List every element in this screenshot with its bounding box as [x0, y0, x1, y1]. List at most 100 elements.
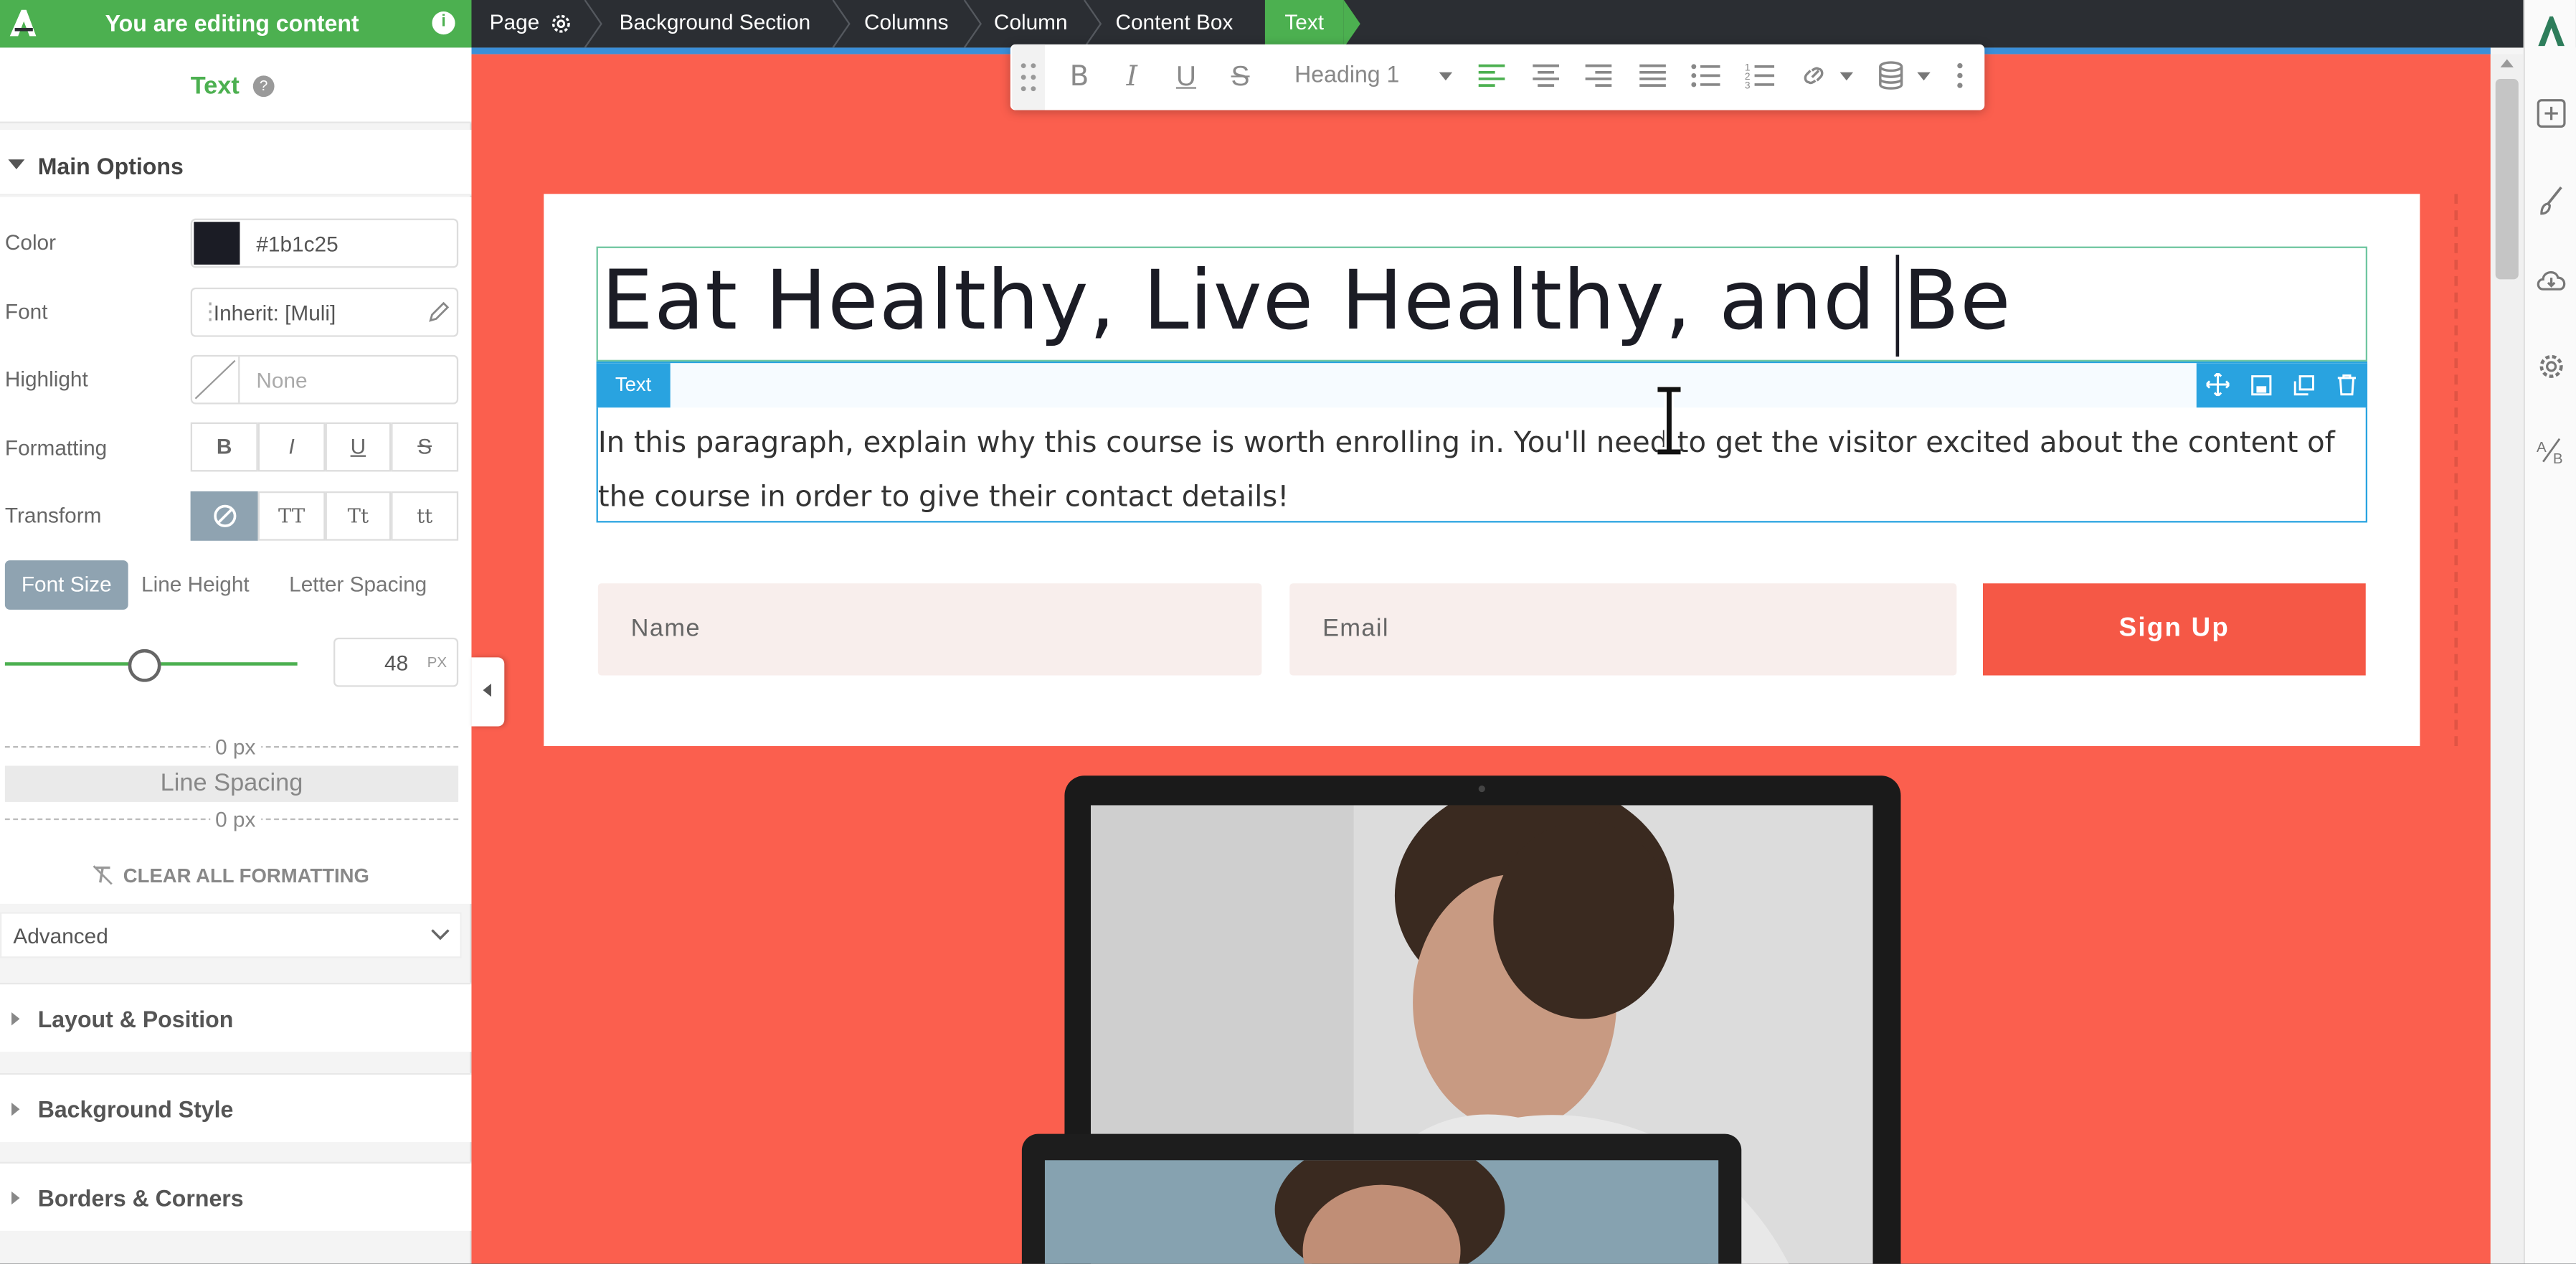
color-label: Color	[4, 230, 57, 255]
canvas-scrollbar-thumb[interactable]	[2495, 78, 2519, 280]
move-icon[interactable]	[2206, 373, 2230, 397]
breadcrumb-separator-icon	[584, 0, 602, 48]
pencil-icon[interactable]	[427, 301, 450, 324]
color-field[interactable]: #1b1c25	[190, 218, 459, 268]
trash-icon[interactable]	[2336, 373, 2358, 396]
underline-icon[interactable]: U	[1170, 56, 1203, 99]
strikethrough-icon[interactable]: S	[1224, 56, 1257, 99]
breadcrumb-text[interactable]: Text	[1264, 0, 1344, 48]
chevron-down-icon[interactable]	[1917, 72, 1931, 81]
bold-icon[interactable]: B	[1063, 56, 1096, 99]
chevron-right-icon	[11, 1012, 20, 1026]
font-field[interactable]: ⋮ Inherit: [Muli]	[190, 287, 459, 337]
page-settings-icon[interactable]	[549, 11, 573, 36]
highlight-label: Highlight	[4, 366, 88, 392]
element-type-tag[interactable]: Text	[596, 363, 671, 408]
block-style-select[interactable]: Heading 1	[1294, 61, 1399, 88]
align-center-icon[interactable]	[1531, 62, 1561, 89]
breadcrumb-active-arrow-icon	[1343, 0, 1360, 48]
svg-text:3: 3	[1745, 80, 1751, 90]
borders-corners-label: Borders & Corners	[37, 1184, 244, 1212]
strikethrough-toggle[interactable]: S	[391, 422, 459, 472]
spacing-top-value[interactable]: 0 px	[210, 734, 261, 760]
clear-format-icon[interactable]	[90, 863, 115, 887]
no-color-swatch-icon[interactable]	[192, 357, 240, 403]
collapse-panel-button[interactable]	[471, 657, 505, 727]
highlight-field[interactable]: None	[190, 354, 459, 405]
email-input[interactable]: Email	[1289, 583, 1957, 676]
duplicate-icon[interactable]	[2293, 374, 2315, 396]
breadcrumb-column[interactable]: Column	[977, 0, 1068, 47]
font-label: Font	[4, 298, 48, 324]
brand-logo-icon	[2538, 16, 2565, 47]
chevron-down-icon	[431, 929, 450, 940]
color-value[interactable]: #1b1c25	[256, 232, 338, 256]
chevron-right-icon	[11, 1191, 20, 1205]
color-swatch[interactable]	[194, 222, 240, 265]
drag-handle-icon	[1021, 63, 1036, 92]
chevron-down-icon	[8, 159, 25, 169]
chevron-down-icon[interactable]	[1439, 72, 1453, 81]
hero-heading[interactable]: Eat Healthy, Live Healthy, and Be	[601, 253, 2011, 349]
database-icon[interactable]	[1877, 61, 1904, 90]
italic-toggle[interactable]: I	[257, 422, 326, 472]
advanced-dropdown[interactable]: Advanced	[0, 912, 462, 958]
font-size-input[interactable]: 48 PX	[333, 637, 459, 687]
cloud-download-icon[interactable]	[2533, 266, 2569, 296]
help-icon[interactable]: ?	[252, 75, 275, 98]
font-size-slider-handle[interactable]	[128, 648, 161, 682]
clear-all-formatting-button[interactable]: CLEAR ALL FORMATTING	[123, 864, 369, 887]
panel-title: Text	[190, 72, 240, 100]
tab-font-size[interactable]: Font Size	[4, 560, 128, 610]
font-size-slider-fill	[4, 662, 146, 666]
app-logo-icon	[9, 9, 37, 37]
intro-paragraph[interactable]: In this paragraph, explain why this cour…	[598, 418, 2356, 526]
underline-toggle[interactable]: U	[325, 422, 392, 472]
breadcrumb-columns[interactable]: Columns	[848, 0, 949, 47]
bold-toggle[interactable]: B	[190, 422, 258, 472]
save-icon[interactable]	[2250, 374, 2272, 396]
align-right-icon[interactable]	[1583, 62, 1613, 89]
column-boundary	[2454, 194, 2458, 747]
breadcrumb-content-box[interactable]: Content Box	[1099, 0, 1233, 47]
line-spacing-label: Line Spacing	[4, 765, 459, 802]
toolbar-drag-handle[interactable]	[1012, 44, 1045, 110]
italic-icon[interactable]: I	[1117, 56, 1147, 99]
camera-dot	[1478, 786, 1485, 793]
element-label-bar	[596, 363, 2368, 408]
uppercase-toggle[interactable]: TT	[257, 491, 326, 541]
font-value[interactable]: Inherit: [Muli]	[214, 301, 336, 325]
justify-icon[interactable]	[1638, 62, 1667, 89]
align-left-icon[interactable]	[1477, 62, 1506, 89]
layout-position-label: Layout & Position	[37, 1005, 234, 1032]
woman-portrait-image	[1044, 1160, 1719, 1264]
bullet-list-icon[interactable]	[1690, 62, 1722, 89]
numbered-list-icon[interactable]: 123	[1745, 61, 1776, 90]
more-options-icon[interactable]	[1948, 61, 1971, 90]
sign-up-button[interactable]: Sign Up	[1982, 583, 2366, 676]
highlight-value[interactable]: None	[256, 368, 307, 392]
scroll-up-icon[interactable]	[2500, 59, 2514, 67]
text-cursor-icon	[1657, 386, 1681, 456]
capitalize-toggle[interactable]: Tt	[325, 491, 392, 541]
lowercase-toggle[interactable]: tt	[391, 491, 459, 541]
add-element-icon[interactable]	[2537, 98, 2566, 128]
tab-line-height[interactable]: Line Height	[141, 572, 250, 596]
link-icon[interactable]	[1799, 61, 1828, 90]
font-size-unit: PX	[427, 654, 448, 671]
name-input[interactable]: Name	[597, 583, 1262, 676]
text-caret	[1895, 255, 1900, 357]
ab-test-icon[interactable]: AB	[2535, 434, 2568, 467]
tab-letter-spacing[interactable]: Letter Spacing	[289, 572, 427, 596]
breadcrumb-page[interactable]: Page	[473, 0, 540, 47]
transform-none-toggle[interactable]	[190, 491, 258, 541]
svg-text:A: A	[2537, 439, 2547, 456]
breadcrumb-background-section[interactable]: Background Section	[603, 0, 811, 47]
spacing-bottom-value[interactable]: 0 px	[210, 806, 261, 832]
font-size-value[interactable]: 48	[384, 651, 408, 675]
info-icon[interactable]: i	[432, 11, 455, 35]
brush-icon[interactable]	[2537, 184, 2566, 217]
settings-gear-icon[interactable]	[2535, 350, 2568, 383]
chevron-down-icon[interactable]	[1839, 72, 1854, 81]
font-size-slider-track[interactable]	[146, 662, 298, 666]
